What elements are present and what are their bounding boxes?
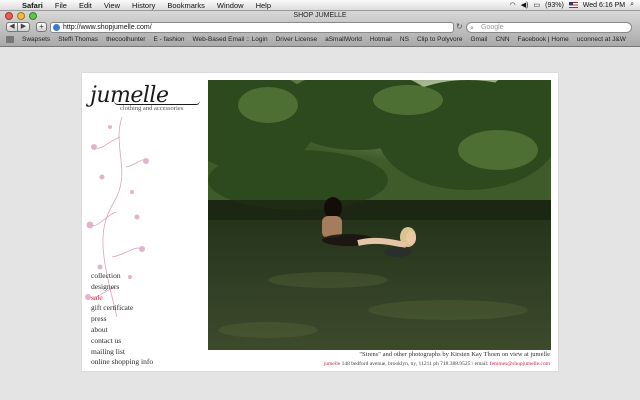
menu-history[interactable]: History	[126, 1, 161, 10]
bookmark-item[interactable]: Steffi Thomas	[54, 36, 102, 43]
nav-designers[interactable]: designers	[91, 282, 153, 293]
forward-button[interactable]: ▶	[18, 22, 30, 32]
bookmarks-book-icon[interactable]	[6, 36, 14, 43]
nav-about[interactable]: about	[91, 325, 153, 336]
menu-file[interactable]: File	[49, 1, 73, 10]
address-brand[interactable]: jumelle	[324, 361, 341, 367]
window-title: SHOP JUMELLE	[293, 12, 347, 19]
nav-mailing-list[interactable]: mailing list	[91, 347, 153, 358]
bookmark-item[interactable]: Swapsets	[18, 36, 54, 43]
browser-chrome: SHOP JUMELLE ◀ ▶ + http://www.shopjumell…	[0, 11, 640, 47]
bookmark-item[interactable]: Clip to Polyvore	[413, 36, 467, 43]
bookmark-item[interactable]: Gmail	[466, 36, 491, 43]
store-address: jumelle 148 bedford avenue, brooklyn, ny…	[324, 361, 550, 367]
site-container: jumelle clothing and accessories collect…	[82, 73, 558, 371]
menu-view[interactable]: View	[98, 1, 126, 10]
logo-tagline: clothing and accessories	[120, 105, 184, 112]
address-text: 148 bedford avenue, brooklyn, ny, 11211 …	[340, 361, 490, 367]
nav-gift-certificate[interactable]: gift certificate	[91, 303, 153, 314]
menu-edit[interactable]: Edit	[73, 1, 98, 10]
site-logo[interactable]: jumelle clothing and accessories	[90, 83, 200, 112]
url-text: http://www.shopjumelle.com/	[63, 24, 152, 31]
feature-photo	[208, 80, 551, 350]
nav-online-shopping-info[interactable]: online shopping info	[91, 357, 153, 368]
menu-bookmarks[interactable]: Bookmarks	[161, 1, 211, 10]
nav-press[interactable]: press	[91, 314, 153, 325]
bookmark-item[interactable]: uconnect at J&W	[573, 36, 630, 43]
site-nav: collection designers sale gift certifica…	[91, 271, 153, 368]
volume-icon[interactable]: ◀)	[521, 1, 529, 9]
bookmark-item[interactable]: E - fashion	[149, 36, 188, 43]
menu-app[interactable]: Safari	[16, 1, 49, 10]
address-bar[interactable]: http://www.shopjumelle.com/	[50, 22, 454, 33]
search-field[interactable]: ⌕ Google	[466, 22, 632, 33]
bookmark-item[interactable]: Facebook | Home	[514, 36, 573, 43]
wifi-icon[interactable]: ◠	[510, 1, 516, 9]
bookmarks-bar: Swapsets Steffi Thomas thecoolhunter E - fa…	[0, 34, 640, 45]
input-flag-icon[interactable]	[568, 2, 578, 8]
battery-icon[interactable]: ▭	[533, 1, 540, 9]
menu-help[interactable]: Help	[250, 1, 277, 10]
bookmark-item[interactable]: NS	[396, 36, 413, 43]
nav-contact-us[interactable]: contact us	[91, 336, 153, 347]
bookmark-item[interactable]: CNN	[491, 36, 513, 43]
bookmark-item[interactable]: thecoolhunter	[102, 36, 149, 43]
search-placeholder: Google	[481, 24, 504, 31]
menu-window[interactable]: Window	[211, 1, 250, 10]
clock[interactable]: Wed 6:16 PM	[583, 2, 625, 9]
bookmark-item[interactable]: Web-Based Email :: Login	[189, 36, 272, 43]
nav-collection[interactable]: collection	[91, 271, 153, 282]
bookmark-item[interactable]: Hotmail	[366, 36, 396, 43]
reload-icon[interactable]: ↻	[456, 22, 463, 32]
site-icon	[53, 24, 60, 31]
bookmark-item[interactable]: aSmallWorld	[321, 36, 366, 43]
toolbar: ◀ ▶ + http://www.shopjumelle.com/ ↻ ⌕ Go…	[0, 21, 640, 34]
menu-bar: Safari File Edit View History Bookmarks …	[0, 0, 640, 11]
nav-sale[interactable]: sale	[91, 293, 153, 304]
title-bar: SHOP JUMELLE	[0, 11, 640, 21]
back-button[interactable]: ◀	[6, 22, 18, 32]
spotlight-icon[interactable]: ⌕	[630, 1, 634, 9]
search-icon: ⌕	[470, 25, 474, 32]
photo-caption: "Sirens" and other photographs by Kirste…	[359, 351, 550, 358]
web-page: jumelle clothing and accessories collect…	[0, 48, 640, 400]
bookmark-item[interactable]: Driver License	[272, 36, 322, 43]
add-bookmark-button[interactable]: +	[36, 22, 47, 32]
email-link[interactable]: femmes@shopjumelle.com	[490, 361, 550, 367]
battery-percent: (93%)	[545, 1, 564, 9]
